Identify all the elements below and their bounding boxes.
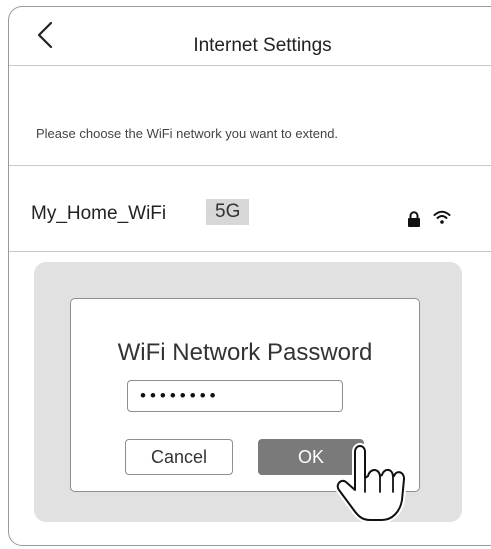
cancel-button[interactable]: Cancel <box>125 439 233 475</box>
dialog-title: WiFi Network Password <box>117 339 373 366</box>
password-field[interactable]: •••••••• <box>127 380 343 412</box>
band-badge: 5G <box>206 199 250 225</box>
wifi-icon <box>433 210 451 224</box>
instruction-text: Please choose the WiFi network you want … <box>36 126 339 141</box>
lock-icon <box>408 211 420 227</box>
ok-button[interactable]: OK <box>258 439 364 475</box>
header-divider <box>9 65 491 66</box>
page-title: Internet Settings <box>193 35 332 56</box>
header: Internet Settings <box>9 7 491 65</box>
password-dialog: WiFi Network Password •••••••• Cancel OK <box>70 298 420 492</box>
network-item[interactable]: My_Home_WiFi 5G <box>9 166 491 252</box>
divider <box>9 251 491 252</box>
network-ssid: My_Home_WiFi <box>31 203 167 224</box>
